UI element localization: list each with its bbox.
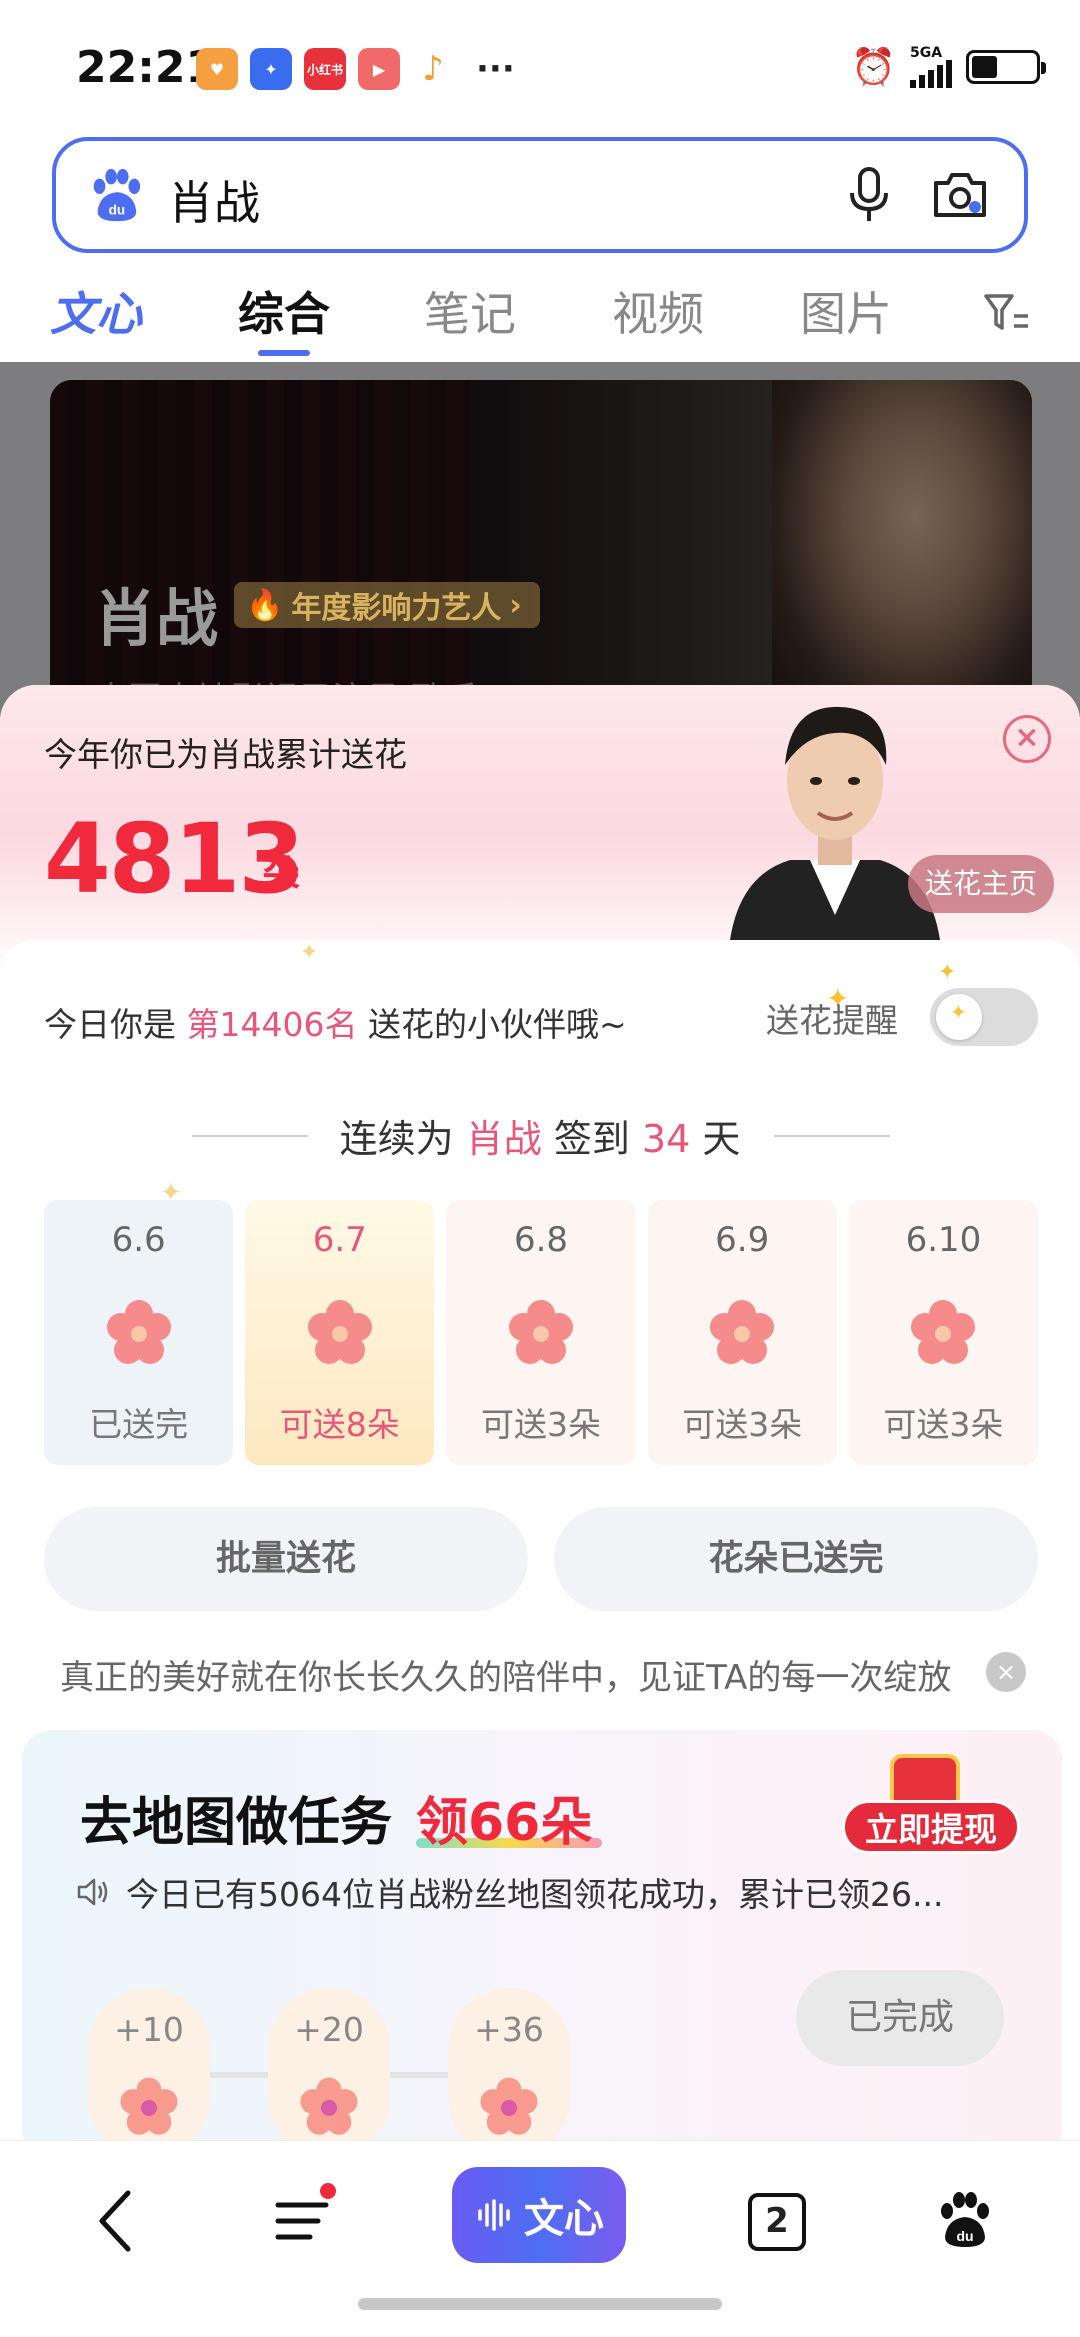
- alarm-icon: ⏰: [851, 47, 896, 88]
- flower-sheet: 今年你已为肖战累计送花 4813 朵 × 送花主页 ✦ ✦ ✦ ✦ 今日你是 第…: [0, 685, 1080, 2140]
- star-portrait: [730, 706, 940, 940]
- checkin-streak: 连续为 肖战 签到 34 天: [339, 1117, 741, 1161]
- task-step: +10: [88, 1988, 210, 2140]
- tab-images[interactable]: 图片: [800, 278, 892, 344]
- baidu-paw-icon: du: [93, 168, 141, 222]
- close-icon[interactable]: ×: [1003, 715, 1051, 763]
- sparkle-icon: ✦: [300, 940, 319, 965]
- total-caption: 今年你已为肖战累计送花: [44, 735, 407, 774]
- close-icon[interactable]: ×: [986, 1652, 1026, 1692]
- wenxin-button[interactable]: 文心: [452, 2167, 626, 2263]
- batch-send-button[interactable]: 批量送花: [44, 1507, 528, 1611]
- flower-icon: [911, 1300, 976, 1364]
- flower-icon: [307, 1300, 372, 1364]
- influence-badge[interactable]: 🔥 年度影响力艺人 ›: [234, 582, 540, 628]
- day-card-today[interactable]: 6.7 可送8朵: [245, 1200, 435, 1465]
- day-card[interactable]: 6.8 可送3朵: [446, 1200, 636, 1465]
- task-reward: 领66朵: [416, 1793, 593, 1853]
- hero-name: 肖战: [94, 582, 219, 655]
- speaker-icon: [77, 1878, 108, 1906]
- back-icon[interactable]: [88, 2181, 144, 2261]
- notification-dot: [320, 2183, 336, 2199]
- home-indicator[interactable]: [358, 2298, 722, 2310]
- heart-app-icon: ♥: [196, 48, 238, 90]
- tab-notes[interactable]: 笔记: [424, 278, 516, 344]
- svg-text:du: du: [956, 2228, 973, 2244]
- task-steps: +10 +20 +36: [88, 1988, 588, 2140]
- withdraw-widget[interactable]: 立即提现: [834, 1754, 1054, 1860]
- star-hero-card: 肖战 🔥 年度影响力艺人 › 中国内地影视男演员,歌手: [50, 380, 1032, 720]
- flower-icon: [300, 2077, 358, 2135]
- system-status: ⏰ 5GA: [851, 46, 1046, 88]
- flower-icon: [480, 2077, 538, 2135]
- flower-icon: [120, 2077, 178, 2135]
- total-unit: 朵: [262, 852, 301, 896]
- menu-button[interactable]: [270, 2181, 336, 2261]
- remind-label: 送花提醒: [766, 1001, 898, 1040]
- tab-all[interactable]: 综合: [238, 278, 330, 344]
- map-task-card[interactable]: 去地图做任务 领66朵 今日已有5064位肖战粉丝地图领花成功，累计已领26..…: [22, 1730, 1062, 2140]
- chevron-right-icon: ›: [509, 587, 522, 623]
- baidu-home-icon[interactable]: du: [934, 2191, 994, 2251]
- task-step: +20: [268, 1988, 390, 2140]
- action-buttons: 批量送花 花朵已送完: [44, 1507, 1038, 1611]
- active-tab-indicator: [258, 350, 310, 356]
- quote-text: 真正的美好就在你长长久久的陪伴中，见证TA的每一次绽放: [60, 1658, 952, 1698]
- day-card[interactable]: 6.6 已送完: [44, 1200, 234, 1465]
- search-input[interactable]: 肖战: [168, 167, 260, 233]
- task-notice: 今日已有5064位肖战粉丝地图领花成功，累计已领26...: [76, 1868, 943, 1916]
- day-card[interactable]: 6.10 可送3朵: [848, 1200, 1039, 1465]
- music-icon: ♪: [422, 49, 444, 89]
- microphone-icon[interactable]: [844, 165, 894, 225]
- status-bar: 22:21 ♥ ✦ 小红书 ▶ ♪ ··· ⏰ 5GA: [0, 0, 1080, 130]
- flower-icon: [509, 1300, 573, 1364]
- rank-value: 第14406名: [186, 1005, 358, 1044]
- more-notifications-icon: ···: [476, 49, 515, 89]
- withdraw-button[interactable]: 立即提现: [842, 1800, 1020, 1854]
- rank-line: 今日你是 第14406名 送花的小伙伴哦~: [44, 1005, 627, 1044]
- signal-icon: 5GA: [910, 46, 952, 88]
- tab-video[interactable]: 视频: [612, 278, 704, 344]
- tab-wenxin[interactable]: 文心: [50, 278, 142, 344]
- flower-icon: [710, 1300, 775, 1364]
- flower-home-button[interactable]: 送花主页: [908, 855, 1054, 913]
- camera-search-icon[interactable]: [930, 167, 990, 223]
- video-app-icon: ▶: [358, 48, 400, 90]
- flower-icon: [106, 1300, 171, 1364]
- search-tabs: 文心 综合 笔记 视频 图片: [0, 270, 1080, 362]
- network-label: 5GA: [910, 45, 943, 61]
- day-list: 6.6 已送完 6.7 可送8朵 6.8 可送3朵 6.9 可送3朵 6.10: [44, 1200, 1039, 1465]
- sparkle-icon: ✦: [950, 1000, 967, 1024]
- fire-icon: 🔥: [246, 587, 284, 623]
- notification-icons: ♥ ✦ 小红书 ▶ ♪ ···: [196, 48, 515, 90]
- flowers-done-button[interactable]: 花朵已送完: [554, 1507, 1038, 1611]
- day-card[interactable]: 6.9 可送3朵: [647, 1200, 837, 1465]
- task-completed-button[interactable]: 已完成: [796, 1970, 1004, 2066]
- sheet-body: ✦ ✦ ✦ ✦ 今日你是 第14406名 送花的小伙伴哦~ 送花提醒 ✦ 连续为…: [0, 940, 1080, 2140]
- remind-toggle[interactable]: ✦: [930, 988, 1038, 1046]
- xiaohongshu-icon: 小红书: [304, 48, 346, 90]
- task-title: 去地图做任务: [80, 1793, 393, 1853]
- task-step: +36: [448, 1988, 570, 2140]
- battery-icon: [966, 50, 1046, 84]
- sparkle-icon: ✦: [938, 960, 957, 985]
- svg-text:du: du: [109, 202, 126, 217]
- star-app-icon: ✦: [250, 48, 292, 90]
- filter-icon[interactable]: [982, 290, 1032, 334]
- search-box[interactable]: du 肖战: [52, 137, 1028, 253]
- tabs-count-icon[interactable]: 2: [748, 2193, 806, 2251]
- voice-wave-icon: [478, 2199, 510, 2231]
